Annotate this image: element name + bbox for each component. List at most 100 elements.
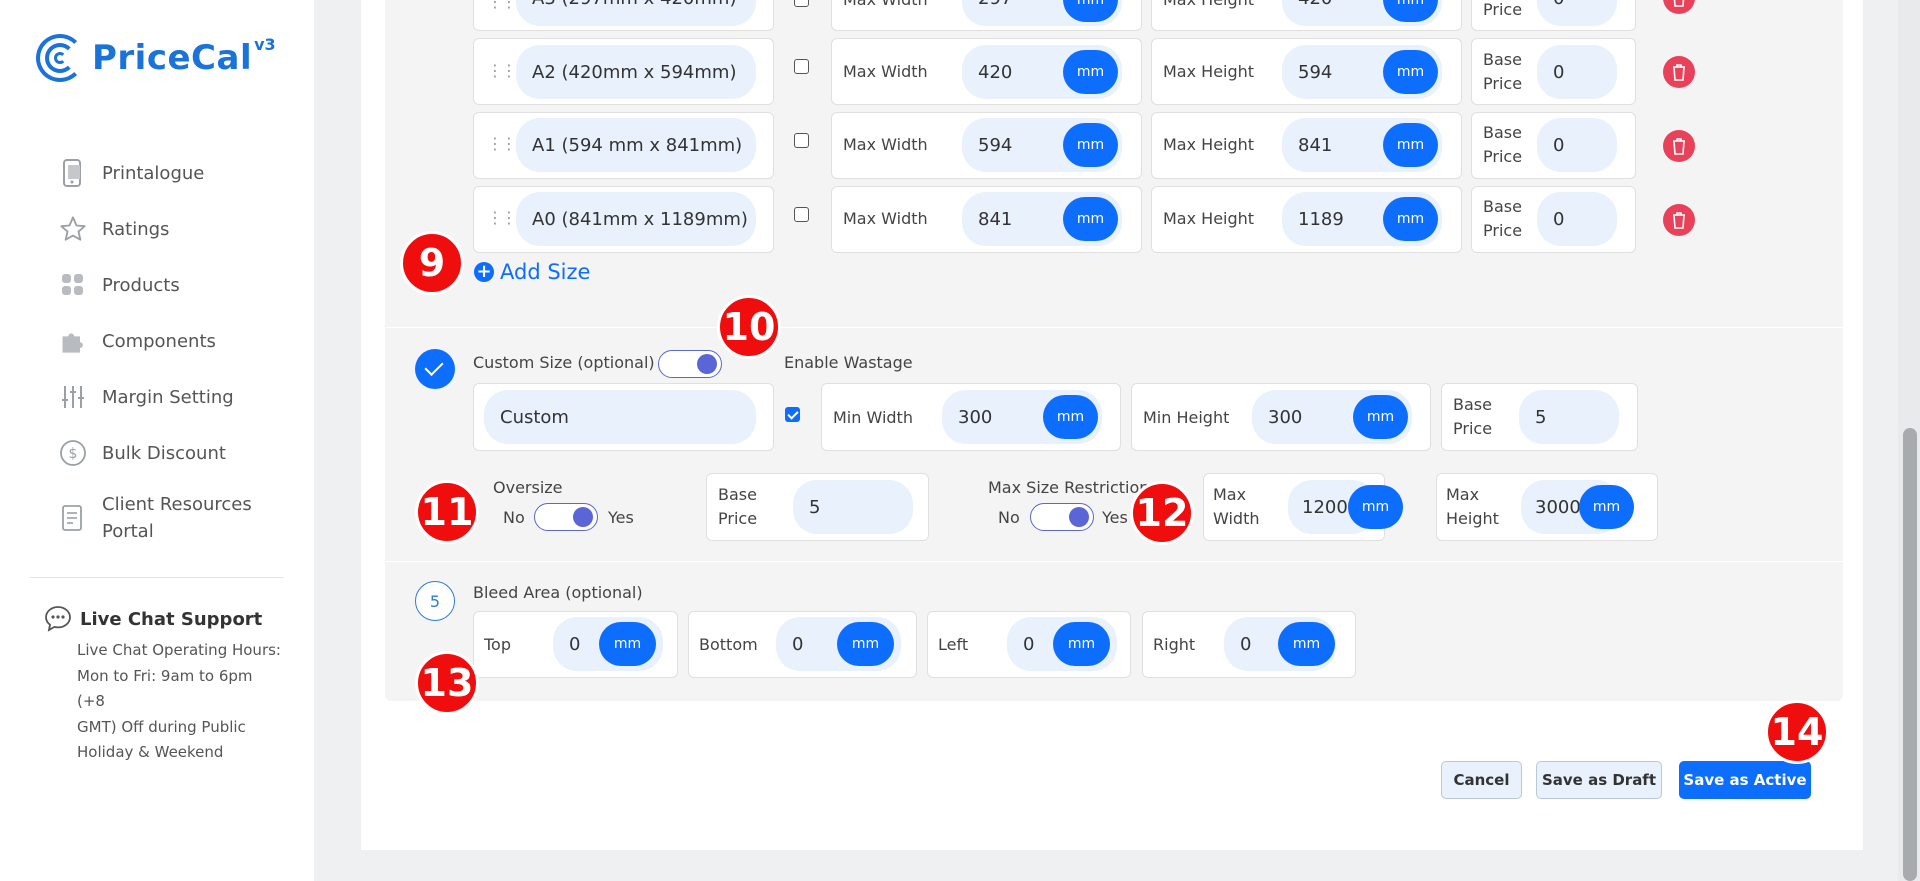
sidebar-item-components[interactable]: Components xyxy=(58,313,298,369)
drag-handle-icon[interactable]: ⋮⋮ xyxy=(487,0,517,11)
phone-book-icon xyxy=(58,158,88,188)
max-height-label: Max Height xyxy=(1163,209,1255,228)
add-size-button[interactable]: + Add Size xyxy=(474,260,590,284)
drag-handle-icon[interactable]: ⋮⋮ xyxy=(487,208,517,227)
add-size-label: Add Size xyxy=(500,260,591,284)
scrollbar-thumb[interactable] xyxy=(1903,428,1917,881)
base-price-label: Base xyxy=(1483,197,1522,216)
unit-mm-badge: mm xyxy=(1278,622,1335,666)
page-scrollbar[interactable] xyxy=(1898,0,1920,881)
base-price-label: Price xyxy=(718,509,758,528)
live-chat-support[interactable]: Live Chat Support Live Chat Operating Ho… xyxy=(44,604,284,766)
size-checkbox[interactable] xyxy=(794,133,809,148)
svg-text:$: $ xyxy=(69,446,78,462)
base-price-label: Price xyxy=(1483,221,1523,240)
unit-mm-badge: mm xyxy=(1383,50,1438,94)
size-name-input[interactable]: A3 (297mm x 420mm) xyxy=(516,0,756,26)
base-price-label: Base xyxy=(1483,50,1522,69)
custom-size-toggle[interactable] xyxy=(658,350,722,378)
max-restriction-no-label: No xyxy=(998,508,1020,527)
sidebar-divider xyxy=(30,577,284,578)
sidebar-item-label: Margin Setting xyxy=(102,386,234,408)
sidebar: PriceCal v3 Printalogue Ratings Products xyxy=(0,0,314,881)
max-size-restriction-toggle[interactable] xyxy=(1030,503,1094,531)
size-name-input[interactable]: A1 (594 mm x 841mm) xyxy=(516,118,756,172)
base-price-label: Base xyxy=(718,485,757,504)
sidebar-item-label: Ratings xyxy=(102,218,170,240)
delete-size-button[interactable] xyxy=(1663,56,1695,88)
size-checkbox[interactable] xyxy=(794,0,809,7)
save-as-active-button[interactable]: Save as Active xyxy=(1679,761,1811,799)
sidebar-item-margin-setting[interactable]: Margin Setting xyxy=(58,369,298,425)
chat-bubble-icon xyxy=(44,604,74,634)
unit-mm-badge: mm xyxy=(599,622,656,666)
delete-size-button[interactable] xyxy=(1663,130,1695,162)
callout-badge-14: 14 xyxy=(1765,700,1829,764)
section-divider xyxy=(385,561,1843,562)
max-height-label: Height xyxy=(1446,509,1499,528)
custom-size-name-input[interactable]: Custom xyxy=(484,390,756,444)
delete-size-button[interactable] xyxy=(1663,204,1695,236)
section-divider xyxy=(385,327,1843,328)
base-price-input[interactable]: 0 xyxy=(1537,0,1617,26)
logo-text: PriceCal xyxy=(92,38,253,78)
unit-mm-badge: mm xyxy=(1353,395,1408,439)
sidebar-item-printalogue[interactable]: Printalogue xyxy=(58,145,298,201)
size-name-input[interactable]: A0 (841mm x 1189mm) xyxy=(516,192,756,246)
step-complete-check-icon xyxy=(415,349,455,389)
chat-hours-line: Live Chat Operating Hours: xyxy=(77,641,281,659)
size-name-input[interactable]: A2 (420mm x 594mm) xyxy=(516,45,756,99)
sidebar-item-label: Client Resources xyxy=(102,494,252,515)
sliders-icon xyxy=(58,382,88,412)
plus-icon: + xyxy=(474,262,494,282)
base-price-input[interactable]: 0 xyxy=(1537,45,1617,99)
base-price-label: Price xyxy=(1453,419,1493,438)
cancel-button[interactable]: Cancel xyxy=(1441,761,1522,799)
custom-size-title: Custom Size (optional) xyxy=(473,353,655,372)
trash-icon xyxy=(1673,212,1685,229)
pricecal-logo[interactable]: PriceCal v3 xyxy=(36,30,276,86)
dollar-icon: $ xyxy=(58,438,88,468)
main-card: ⋮⋮ A3 (297mm x 420mm) Max Width 297 mm M… xyxy=(361,0,1863,850)
bleed-top-label: Top xyxy=(484,635,511,654)
unit-mm-badge: mm xyxy=(1383,123,1438,167)
size-checkbox[interactable] xyxy=(794,207,809,222)
step-number-badge: 5 xyxy=(415,581,455,621)
sidebar-item-products[interactable]: Products xyxy=(58,257,298,313)
drag-handle-icon[interactable]: ⋮⋮ xyxy=(487,61,517,80)
max-width-label: Max Width xyxy=(843,209,928,228)
unit-mm-badge: mm xyxy=(1063,50,1118,94)
sidebar-item-label: Components xyxy=(102,330,216,352)
unit-mm-badge: mm xyxy=(1053,622,1110,666)
base-price-input[interactable]: 0 xyxy=(1537,118,1617,172)
oversize-yes-label: Yes xyxy=(608,508,634,527)
save-as-draft-button[interactable]: Save as Draft xyxy=(1536,761,1662,799)
sidebar-item-ratings[interactable]: Ratings xyxy=(58,201,298,257)
size-checkbox[interactable] xyxy=(794,59,809,74)
drag-handle-icon[interactable]: ⋮⋮ xyxy=(487,134,517,153)
puzzle-icon xyxy=(58,326,88,356)
oversize-toggle[interactable] xyxy=(534,503,598,531)
sidebar-item-label: Bulk Discount xyxy=(102,442,226,464)
chat-title: Live Chat Support xyxy=(80,608,263,630)
logo-mark-icon xyxy=(36,30,88,86)
sidebar-item-bulk-discount[interactable]: $ Bulk Discount xyxy=(58,425,298,481)
oversize-base-price-input[interactable]: 5 xyxy=(793,480,913,534)
base-price-label: Price xyxy=(1483,147,1523,166)
custom-base-price-input[interactable]: 5 xyxy=(1519,390,1619,444)
base-price-input[interactable]: 0 xyxy=(1537,192,1617,246)
max-height-label: Max Height xyxy=(1163,0,1254,12)
bleed-bottom-label: Bottom xyxy=(699,635,758,654)
sidebar-item-client-resources-portal[interactable]: Client Resources Portal xyxy=(58,481,298,555)
trash-icon xyxy=(1673,0,1685,7)
max-height-label: Max Height xyxy=(1163,135,1255,154)
sidebar-item-label: Portal xyxy=(102,521,154,542)
max-height-label: Max xyxy=(1446,485,1480,504)
unit-mm-badge: mm xyxy=(1383,197,1438,241)
sidebar-nav: Printalogue Ratings Products Components … xyxy=(58,145,298,555)
max-restriction-yes-label: Yes xyxy=(1102,508,1128,527)
trash-icon xyxy=(1673,138,1685,155)
callout-badge-9: 9 xyxy=(400,231,464,295)
enable-wastage-checkbox[interactable] xyxy=(785,407,800,422)
unit-mm-badge: mm xyxy=(1043,395,1098,439)
